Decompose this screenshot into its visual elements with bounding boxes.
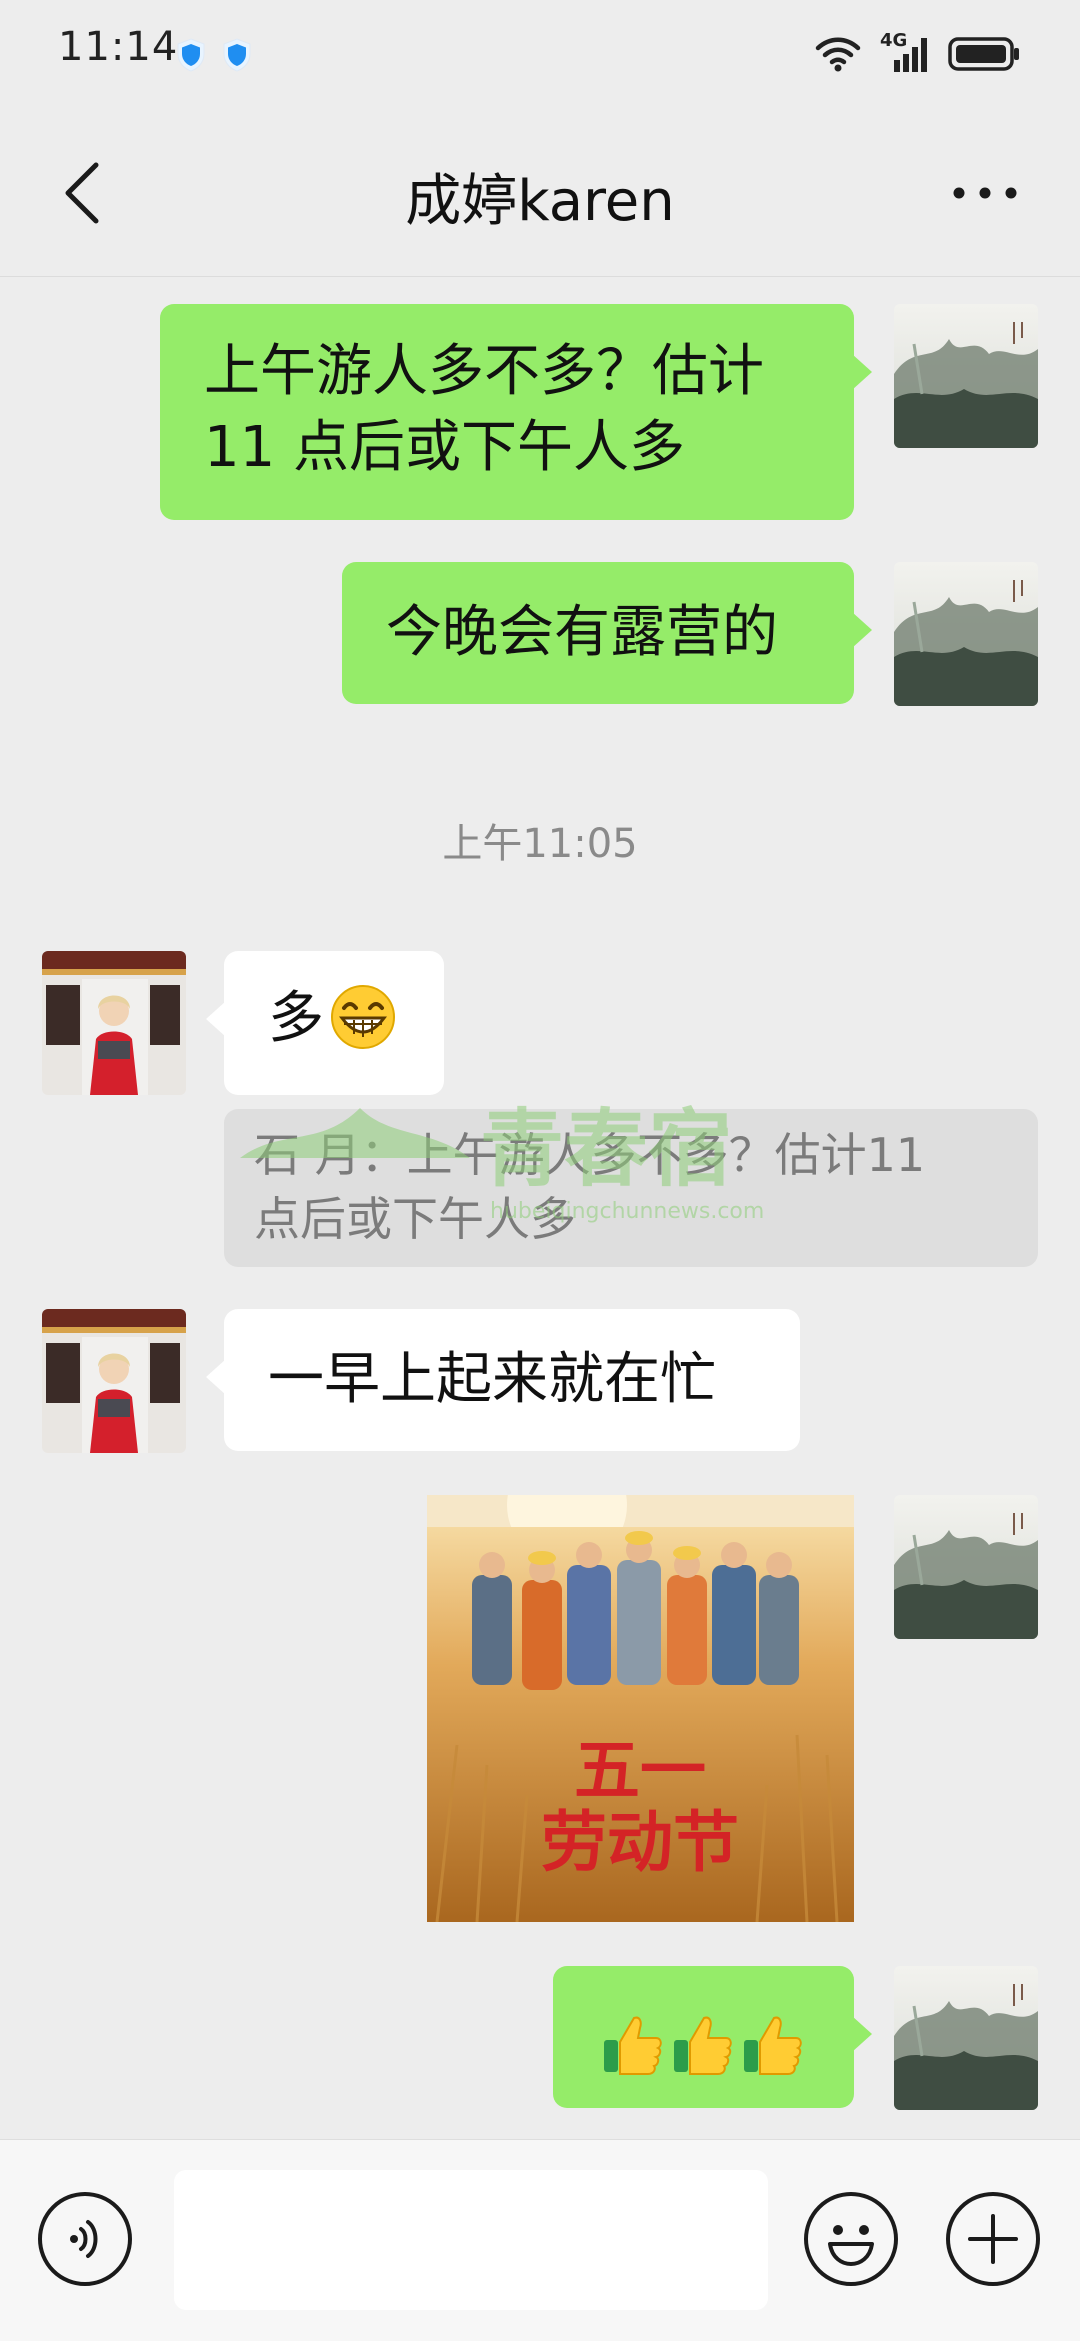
shield-icon — [177, 38, 205, 72]
message-bubble-outgoing[interactable] — [553, 1966, 872, 2108]
thumbs-up-icon — [604, 2016, 662, 2075]
chat-header: 成婷karen — [0, 110, 1080, 277]
message-line: 11 点后或下午人多 — [204, 415, 686, 480]
message-input[interactable] — [174, 2170, 768, 2310]
status-bar: 11:14 4G — [0, 0, 1080, 110]
my-avatar[interactable] — [894, 1495, 1038, 1639]
cellular-signal-icon: 4G — [880, 30, 930, 74]
contact-avatar[interactable] — [42, 1309, 186, 1453]
message-text: 多 — [268, 986, 324, 1051]
more-dots-icon — [953, 187, 1017, 199]
message-text: 一早上起来就在忙 — [268, 1347, 716, 1412]
watermark-text: 青春宿 — [480, 1100, 732, 1198]
smiley-icon — [828, 2225, 874, 2266]
watermark-logo: 青春宿 hubeiqingchunnews.com — [240, 1100, 764, 1224]
my-avatar[interactable] — [894, 1966, 1038, 2110]
image-caption-line: 劳动节 — [541, 1804, 739, 1881]
battery-icon — [948, 37, 1019, 71]
message-bubble-outgoing[interactable]: 今晚会有露营的 — [342, 562, 872, 704]
shield-icon — [223, 38, 251, 72]
message-timestamp: 上午11:05 — [442, 821, 638, 867]
voice-input-button[interactable] — [38, 2192, 132, 2286]
plus-button[interactable] — [946, 2192, 1040, 2286]
input-bar — [0, 2139, 1080, 2341]
more-button[interactable] — [930, 158, 1040, 228]
voice-icon — [70, 2220, 98, 2258]
message-bubble-incoming[interactable]: 多 — [206, 951, 444, 1095]
status-time: 11:14 — [58, 24, 179, 70]
my-avatar[interactable] — [894, 562, 1038, 706]
chat-title: 成婷karen — [405, 169, 675, 234]
thumbs-up-icon — [744, 2016, 802, 2075]
image-caption-line: 五一 — [574, 1732, 706, 1809]
grinning-face-icon — [331, 984, 395, 1049]
image-message[interactable]: 五一 劳动节 — [427, 1495, 854, 1922]
emoji-button[interactable] — [804, 2192, 898, 2286]
message-bubble-outgoing[interactable]: 上午游人多不多？估计 11 点后或下午人多 — [160, 304, 872, 520]
thumbs-up-icon — [674, 2016, 732, 2075]
message-bubble-incoming[interactable]: 一早上起来就在忙 — [206, 1309, 800, 1451]
my-avatar[interactable] — [894, 304, 1038, 448]
contact-avatar[interactable] — [42, 951, 186, 1095]
message-line: 上午游人多不多？估计 — [204, 339, 764, 404]
watermark-url: hubeiqingchunnews.com — [490, 1199, 764, 1224]
message-text: 今晚会有露营的 — [386, 600, 778, 665]
plus-icon — [968, 2214, 1018, 2264]
wifi-icon — [815, 37, 861, 72]
